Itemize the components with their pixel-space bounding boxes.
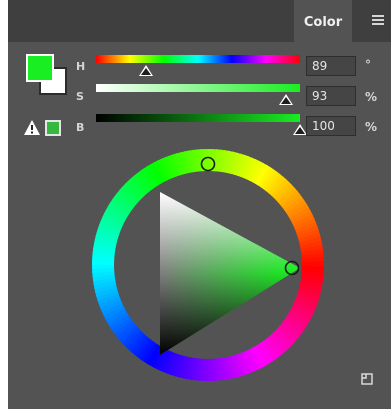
color-panel: Color H 89 ° S 93 % B 100 % [8,0,391,409]
foreground-color-swatch[interactable] [26,54,54,82]
color-wheel[interactable] [8,0,391,409]
hue-ring-segment [301,260,324,267]
resize-corner-icon[interactable] [360,372,374,386]
